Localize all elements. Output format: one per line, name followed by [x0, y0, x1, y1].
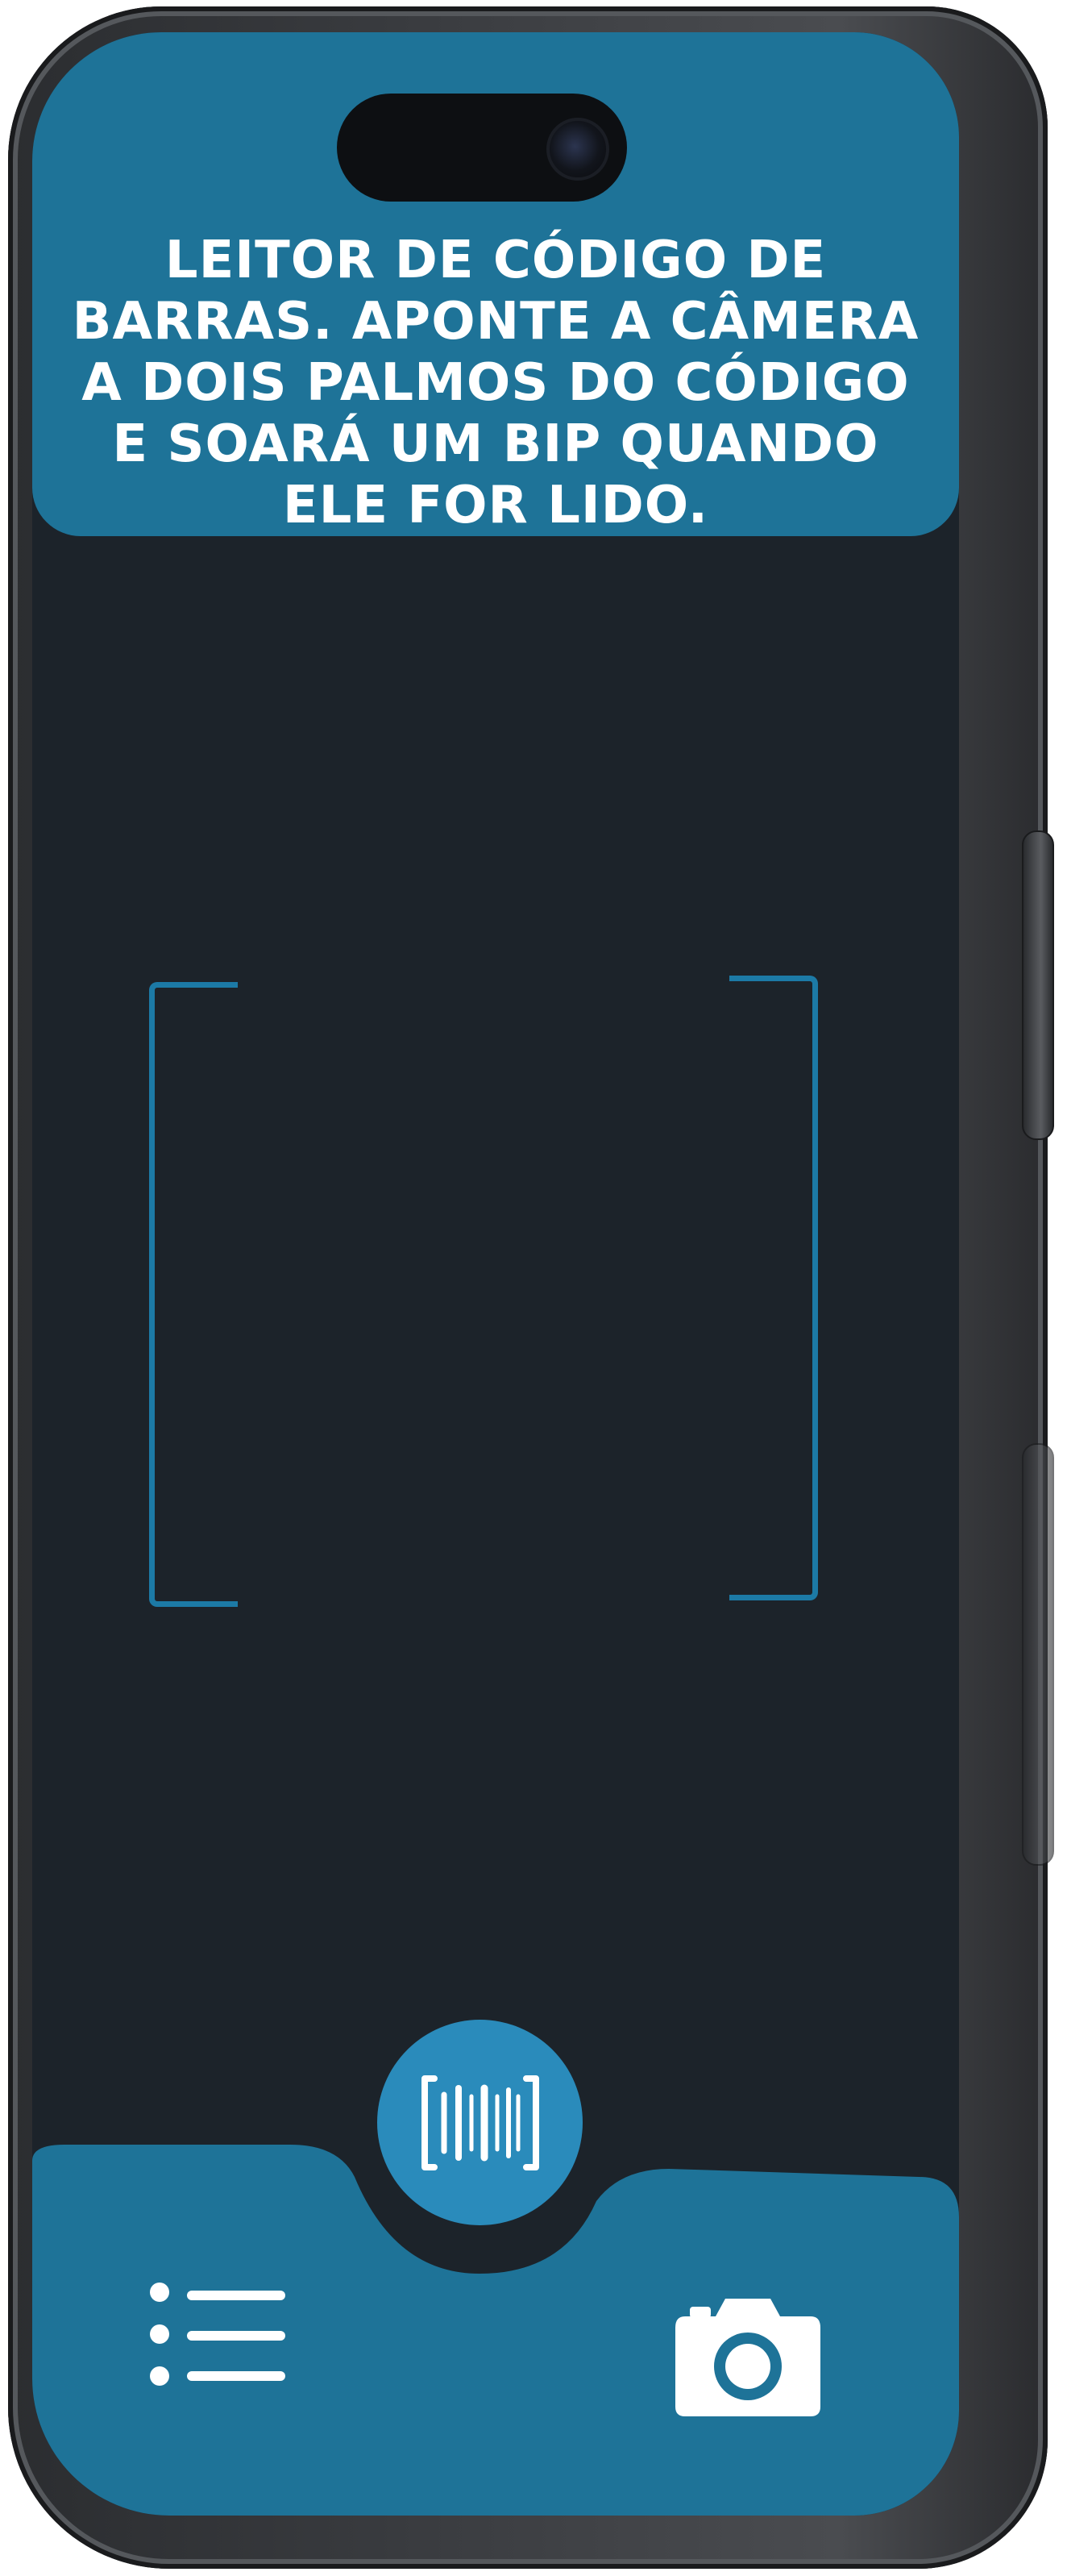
scan-barcode-button[interactable]	[377, 2020, 583, 2225]
barcode-scan-icon	[421, 2075, 539, 2170]
side-lower-button	[1022, 1443, 1054, 1866]
app-screen: LEITOR DE CÓDIGO DE BARRAS. APONTE A CÂM…	[32, 32, 959, 2516]
instructions-banner: LEITOR DE CÓDIGO DE BARRAS. APONTE A CÂM…	[32, 32, 959, 536]
camera-button[interactable]	[669, 2278, 822, 2431]
side-power-button	[1022, 830, 1054, 1140]
front-camera-lens	[546, 118, 609, 181]
list-menu-icon	[150, 2283, 285, 2386]
viewfinder-left-bracket	[149, 982, 238, 1607]
bottom-navigation-bar	[32, 2020, 959, 2516]
scan-viewfinder	[149, 976, 818, 1607]
camera-icon	[675, 2299, 820, 2416]
list-menu-button[interactable]	[145, 2278, 290, 2399]
scanner-instructions: LEITOR DE CÓDIGO DE BARRAS. APONTE A CÂM…	[72, 231, 920, 535]
viewfinder-right-bracket	[729, 976, 818, 1600]
device-mockup: LEITOR DE CÓDIGO DE BARRAS. APONTE A CÂM…	[0, 0, 1067, 2576]
dynamic-island	[337, 94, 627, 202]
